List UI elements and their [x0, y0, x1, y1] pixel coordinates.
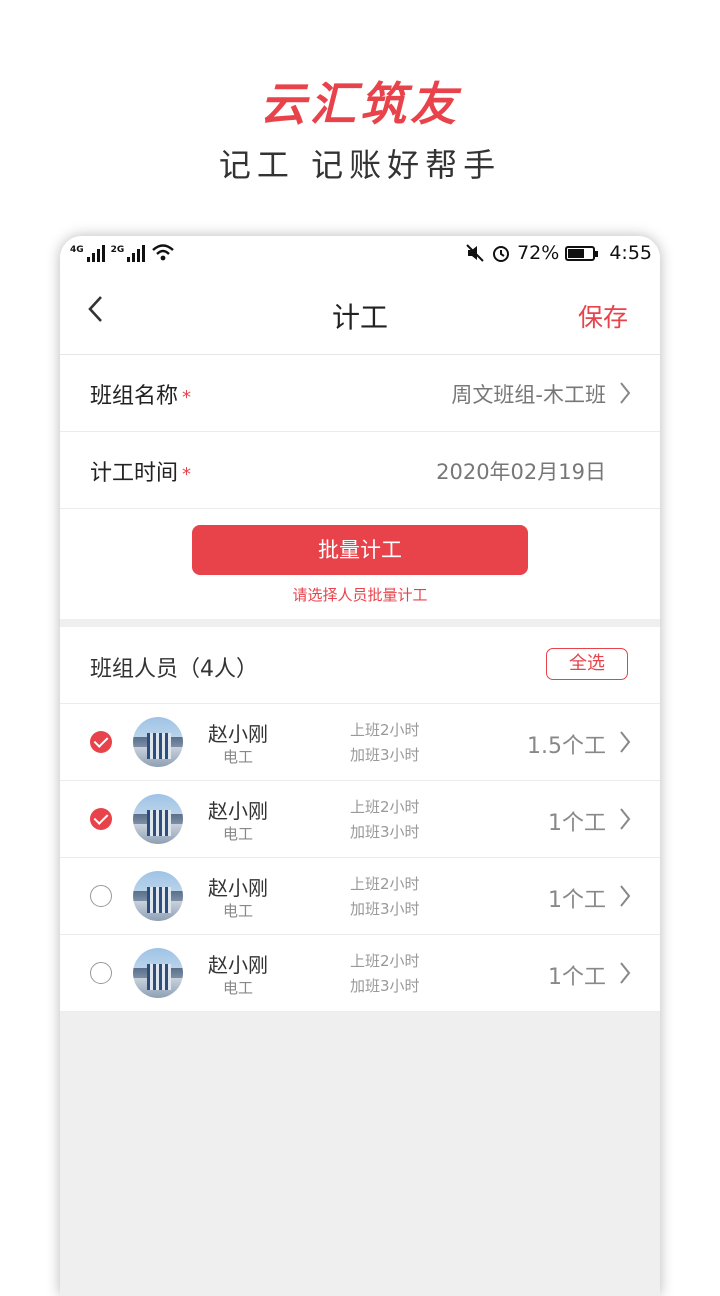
members-title: 班组人员（4人）	[90, 657, 258, 682]
battery-icon	[565, 245, 599, 261]
work-date-row[interactable]: 计工时间 * 2020年02月19日	[60, 432, 660, 509]
member-name: 赵小刚	[208, 876, 268, 900]
required-mark: *	[182, 387, 192, 408]
overtime-hours: 加班3小时	[350, 823, 420, 841]
overtime-hours: 加班3小时	[350, 900, 420, 918]
work-count: 1个工	[548, 965, 606, 990]
team-name-label-wrap: 班组名称 *	[90, 378, 191, 410]
clock: 4:55	[609, 242, 652, 264]
member-checkbox[interactable]	[90, 808, 112, 830]
regular-hours: 上班2小时	[350, 875, 420, 893]
batch-hint: 请选择人员批量计工	[292, 586, 428, 604]
work-date-value: 2020年02月19日	[436, 460, 606, 484]
chevron-right-icon	[620, 731, 631, 753]
member-checkbox[interactable]	[90, 885, 112, 907]
status-bar: 4G 2G 72% 4:55	[60, 236, 660, 272]
member-row[interactable]: 赵小刚电工 上班2小时加班3小时 1个工	[60, 858, 660, 935]
member-row[interactable]: 赵小刚电工 上班2小时加班3小时 1个工	[60, 935, 660, 1012]
chevron-right-icon	[620, 885, 631, 907]
phone-screen: 4G 2G 72% 4:55 计工 保存 班组名称 * 周文班组-木工班 计工时…	[60, 236, 660, 1296]
avatar	[133, 871, 183, 921]
select-all-button[interactable]: 全选	[546, 648, 628, 680]
member-name: 赵小刚	[208, 722, 268, 746]
promo-subtitle: 记工 记账好帮手	[218, 146, 502, 184]
member-list: 赵小刚 电工 上班2小时 加班3小时 1.5个工 赵小刚 电工 上班2小时 加班3小时 1个工 赵小…	[60, 704, 660, 1012]
member-hours: 上班2小时加班3小时	[350, 949, 420, 999]
nav-bar: 计工 保存	[60, 272, 660, 355]
required-mark: *	[182, 464, 192, 485]
mute-icon	[466, 244, 484, 262]
member-hours: 上班2小时加班3小时	[350, 718, 420, 768]
chevron-right-icon	[620, 808, 631, 830]
batch-section: 批量计工 请选择人员批量计工	[60, 509, 660, 619]
work-count: 1个工	[548, 888, 606, 913]
member-checkbox[interactable]	[90, 731, 112, 753]
member-role: 电工	[223, 748, 254, 766]
work-count: 1.5个工	[527, 734, 606, 759]
avatar	[133, 794, 183, 844]
member-role: 电工	[223, 979, 254, 997]
chevron-right-icon	[620, 962, 631, 984]
member-name: 赵小刚	[208, 799, 268, 823]
alarm-icon	[493, 246, 510, 262]
battery-percent: 72%	[517, 242, 560, 264]
overtime-hours: 加班3小时	[350, 746, 420, 764]
avatar	[133, 948, 183, 998]
member-row[interactable]: 赵小刚电工 上班2小时加班3小时 1.5个工	[60, 704, 660, 781]
save-button[interactable]: 保存	[578, 298, 628, 334]
page-title: 计工	[331, 301, 388, 334]
work-date-label-wrap: 计工时间 *	[90, 455, 191, 487]
member-hours: 上班2小时加班3小时	[350, 872, 420, 922]
work-count: 1个工	[548, 811, 606, 836]
work-date-label: 计工时间	[90, 461, 179, 486]
team-name-value: 周文班组-木工班	[451, 383, 606, 407]
member-role: 电工	[223, 825, 254, 843]
batch-record-button[interactable]: 批量计工	[192, 525, 528, 575]
team-name-row[interactable]: 班组名称 * 周文班组-木工班	[60, 355, 660, 432]
regular-hours: 上班2小时	[350, 721, 420, 739]
member-role: 电工	[223, 902, 254, 920]
regular-hours: 上班2小时	[350, 798, 420, 816]
team-name-label: 班组名称	[90, 384, 179, 409]
member-name: 赵小刚	[208, 953, 268, 977]
overtime-hours: 加班3小时	[350, 977, 420, 995]
chevron-right-icon	[620, 382, 631, 404]
member-row[interactable]: 赵小刚电工 上班2小时加班3小时 1个工	[60, 781, 660, 858]
avatar	[133, 717, 183, 767]
member-hours: 上班2小时加班3小时	[350, 795, 420, 845]
member-checkbox[interactable]	[90, 962, 112, 984]
section-divider	[60, 619, 660, 627]
promo-title: 云汇筑友	[260, 77, 460, 131]
wifi-icon	[152, 244, 175, 261]
members-header: 班组人员（4人） 全选	[60, 627, 660, 704]
signal-icon: 2G	[111, 245, 146, 262]
signal-icon: 4G	[70, 245, 105, 262]
regular-hours: 上班2小时	[350, 952, 420, 970]
